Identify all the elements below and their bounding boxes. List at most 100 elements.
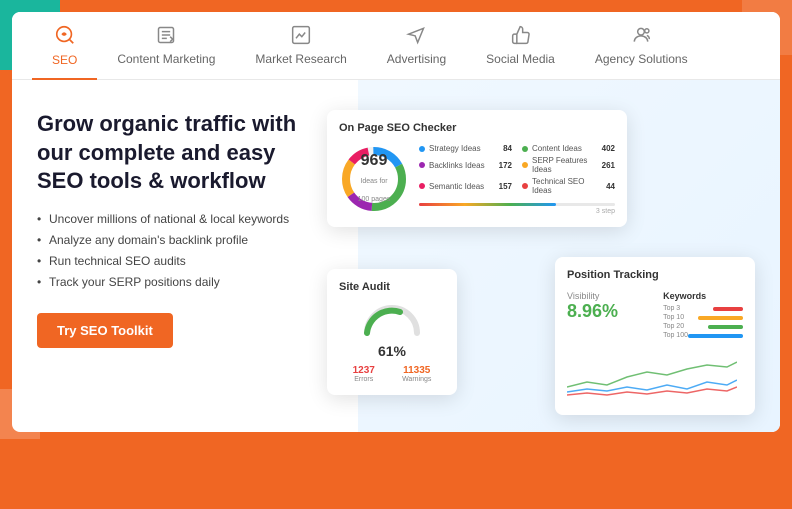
keyword-label-2: Top 20	[663, 323, 684, 330]
keyword-bar-fill-0	[713, 307, 743, 311]
keyword-bar-fill-1	[698, 316, 743, 320]
keyword-label-3: Top 100	[663, 332, 688, 339]
audit-errors-label: Errors	[353, 376, 375, 383]
audit-warnings-label: Warnings	[402, 376, 431, 383]
audit-warnings-num: 11335	[402, 365, 431, 376]
audit-errors-num: 1237	[353, 365, 375, 376]
keyword-label-0: Top 3	[663, 305, 680, 312]
keyword-item-1: Top 10	[663, 314, 743, 321]
stat-row-0: Strategy Ideas 84	[419, 144, 512, 153]
stat-dot-0	[419, 146, 425, 152]
stat-label-0: Strategy Ideas	[429, 144, 499, 153]
right-side: On Page SEO Checker	[327, 110, 755, 415]
bullet-3: Run technical SEO audits	[37, 254, 297, 268]
audit-errors: 1237 Errors	[353, 365, 375, 383]
stat-dot-1	[522, 146, 528, 152]
market-icon	[291, 25, 311, 48]
stat-row-5: Technical SEO Ideas 44	[522, 177, 615, 195]
keyword-bar-fill-2	[708, 325, 743, 329]
content-icon	[156, 25, 176, 48]
stat-label-2: Backlinks Ideas	[429, 161, 495, 170]
bullet-2: Analyze any domain's backlink profile	[37, 233, 297, 247]
widget-site-audit: Site Audit 61% 1237 Errors	[327, 269, 457, 395]
stat-dot-5	[522, 183, 528, 189]
tab-social-media[interactable]: Social Media	[466, 13, 575, 78]
tab-market-research[interactable]: Market Research	[235, 13, 366, 78]
position-left: Visibility 8.96%	[567, 291, 618, 322]
stat-dot-2	[419, 162, 425, 168]
stat-label-4: Semantic Ideas	[429, 182, 495, 191]
stat-row-4: Semantic Ideas 157	[419, 177, 512, 195]
progress-steps: 3 step	[419, 208, 615, 215]
tab-content-marketing[interactable]: Content Marketing	[97, 13, 235, 78]
keyword-items: Top 3 Top 10	[663, 305, 743, 339]
stat-label-5: Technical SEO Ideas	[532, 177, 602, 195]
checker-stats-area: Strategy Ideas 84 Content Ideas 402	[419, 144, 615, 215]
advertising-icon	[406, 25, 426, 48]
site-audit-gauge: 61%	[339, 303, 445, 359]
tab-agency[interactable]: Agency Solutions	[575, 13, 708, 78]
stat-val-3: 261	[602, 161, 615, 170]
seo-checker-title: On Page SEO Checker	[339, 122, 615, 134]
progress-bar-fill	[419, 203, 556, 206]
stat-label-3: SERP Features Ideas	[532, 156, 598, 174]
stat-row-3: SERP Features Ideas 261	[522, 156, 615, 174]
tab-market-label: Market Research	[255, 52, 346, 66]
keyword-item-3: Top 100	[663, 332, 743, 339]
stat-dot-3	[522, 162, 528, 168]
visibility-label: Visibility	[567, 291, 618, 301]
stat-row-2: Backlinks Ideas 172	[419, 156, 512, 174]
tab-content-label: Content Marketing	[117, 52, 215, 66]
tab-agency-label: Agency Solutions	[595, 52, 688, 66]
keywords-label: Keywords	[663, 291, 743, 301]
bullet-1: Uncover millions of national & local key…	[37, 212, 297, 226]
stat-val-5: 44	[606, 182, 615, 191]
tab-social-label: Social Media	[486, 52, 555, 66]
audit-warnings: 11335 Warnings	[402, 365, 431, 383]
site-audit-title: Site Audit	[339, 281, 445, 293]
position-tracking-title: Position Tracking	[567, 269, 743, 281]
position-header: Visibility 8.96% Keywords Top 3	[567, 291, 743, 341]
stat-dot-4	[419, 183, 425, 189]
donut-number: 969	[357, 152, 392, 170]
keyword-bar-fill-3	[688, 334, 743, 338]
keyword-bar-1	[698, 314, 743, 321]
audit-metrics: 1237 Errors 11335 Warnings	[339, 365, 445, 383]
stat-row-1: Content Ideas 402	[522, 144, 615, 153]
stat-val-1: 402	[602, 144, 615, 153]
donut-center: 969 Ideas for 100 pages	[357, 152, 392, 206]
donut-chart: 969 Ideas for 100 pages	[339, 144, 409, 214]
widget-position-tracking: Position Tracking Visibility 8.96% Keywo…	[555, 257, 755, 415]
checker-stats-grid: Strategy Ideas 84 Content Ideas 402	[419, 144, 615, 195]
content-area: Grow organic traffic with our complete a…	[12, 80, 780, 432]
nav-tabs: SEO Content Marketing	[12, 12, 780, 80]
keywords-right: Keywords Top 3 Top 10	[663, 291, 743, 341]
tab-advertising-label: Advertising	[387, 52, 446, 66]
hero-headline: Grow organic traffic with our complete a…	[37, 110, 297, 196]
keyword-item-0: Top 3	[663, 305, 743, 312]
keyword-bar-3	[688, 332, 743, 339]
keyword-bar-2	[708, 323, 743, 330]
keyword-bar-0	[713, 305, 743, 312]
visibility-percent: 8.96%	[567, 301, 618, 322]
agency-icon	[631, 25, 651, 48]
tab-advertising[interactable]: Advertising	[367, 13, 466, 78]
outer-wrapper: SEO Content Marketing	[0, 0, 792, 509]
stat-val-2: 172	[499, 161, 512, 170]
mini-chart	[567, 347, 743, 397]
site-audit-score: 61%	[339, 343, 445, 359]
tab-seo[interactable]: SEO	[32, 12, 97, 79]
main-card: SEO Content Marketing	[12, 12, 780, 432]
progress-bar-container	[419, 203, 615, 206]
stat-val-4: 157	[499, 182, 512, 191]
stat-label-1: Content Ideas	[532, 144, 598, 153]
bullet-list: Uncover millions of national & local key…	[37, 212, 297, 289]
tab-seo-label: SEO	[52, 53, 77, 67]
keyword-label-1: Top 10	[663, 314, 684, 321]
stat-val-0: 84	[503, 144, 512, 153]
donut-label: Ideas for	[360, 178, 387, 185]
seo-checker-content: 969 Ideas for 100 pages Strategy Ideas	[339, 144, 615, 215]
seo-icon	[54, 24, 76, 49]
cta-button[interactable]: Try SEO Toolkit	[37, 313, 173, 348]
donut-sublabel: 100 pages	[358, 196, 391, 203]
